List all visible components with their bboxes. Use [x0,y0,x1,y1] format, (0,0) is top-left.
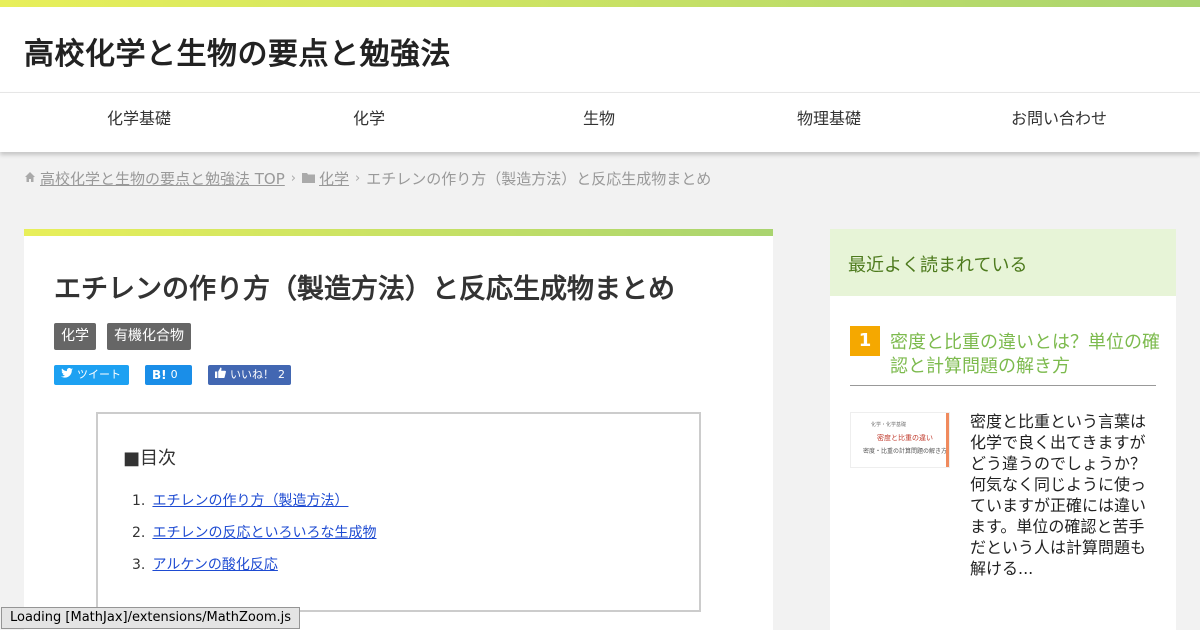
rank-article-thumbnail[interactable]: 化学・化学基礎 密度と比重の違い 密度・比重の計算問題の解き方 [850,412,950,468]
chevron-right-icon: › [290,170,296,186]
sidebar-heading-box: 最近よく読まれている [830,229,1176,296]
thumbnail-caption-sub: 密度・比重の計算問題の解き方 [863,448,948,455]
like-label: いいね！ [230,368,274,381]
nav-item-chemistry-basics[interactable]: 化学基礎 [24,93,254,152]
chevron-right-icon: › [355,170,361,186]
thumbnail-caption-top: 化学・化学基礎 [871,422,907,428]
folder-icon [302,169,315,187]
toc-item: 2. エチレンの反応といろいろな生成物 [132,524,376,556]
nav-item-physics-basics[interactable]: 物理基礎 [714,93,944,152]
toc-list: 1. エチレンの作り方（製造方法） 2. エチレンの反応といろいろな生成物 3.… [132,492,376,588]
toc-item: 1. エチレンの作り方（製造方法） [132,492,376,524]
tweet-label: ツイート [77,368,121,381]
global-nav: 化学基礎 化学 生物 物理基礎 お問い合わせ [0,92,1200,152]
hatena-count: 0 [170,368,178,381]
thumbnail-stripe [946,413,949,467]
thumbs-up-icon [215,365,226,385]
sidebar-heading: 最近よく読まれている [848,255,1028,276]
article-card: エチレンの作り方（製造方法）と反応生成物まとめ 化学 有機化合物 ツイート B!… [24,229,773,630]
thumbnail-caption-title: 密度と比重の違い [877,434,933,442]
facebook-like-button[interactable]: いいね！ 2 [208,365,291,385]
table-of-contents: ■目次 1. エチレンの作り方（製造方法） 2. エチレンの反応といろいろな生成… [96,412,701,612]
nav-item-contact[interactable]: お問い合わせ [944,93,1174,152]
hatena-bookmark-button[interactable]: B! 0 [145,365,192,385]
toc-link-alkene-oxidation[interactable]: アルケンの酸化反応 [152,557,277,573]
hatena-icon: B! [152,368,167,382]
rank-badge: 1 [850,326,880,356]
tweet-button[interactable]: ツイート [54,365,129,385]
divider [850,385,1156,386]
toc-title: ■目次 [123,448,177,469]
toc-item: 3. アルケンの酸化反応 [132,556,376,588]
nav-item-biology[interactable]: 生物 [484,93,714,152]
article-tags: 化学 有機化合物 [54,323,191,350]
home-icon [24,169,36,187]
toc-item-number: 3. [132,557,146,573]
tag-organic-compounds[interactable]: 有機化合物 [107,323,191,350]
toc-link-ethylene-reactions[interactable]: エチレンの反応といろいろな生成物 [152,525,376,541]
breadcrumb-category-link[interactable]: 化学 [319,168,349,189]
twitter-icon [61,365,73,385]
sidebar-popular: 最近よく読まれている 1 密度と比重の違いとは？単位の確認と計算問題の解き方 化… [830,229,1176,630]
site-title[interactable]: 高校化学と生物の要点と勉強法 [24,29,451,73]
rank-article-title-link[interactable]: 密度と比重の違いとは？単位の確認と計算問題の解き方 [890,331,1160,379]
top-accent-bar [0,0,1200,7]
tag-chemistry[interactable]: 化学 [54,323,96,350]
article-title: エチレンの作り方（製造方法）と反応生成物まとめ [54,274,675,305]
article-accent-bar [24,229,773,236]
breadcrumb-current: エチレンの作り方（製造方法）と反応生成物まとめ [366,169,712,188]
rank-article-excerpt: 密度と比重という言葉は化学で良く出てきますがどう違うのでしょうか？何気なく同じよ… [970,412,1147,578]
toc-item-number: 1. [132,493,146,509]
mathjax-loading-status: Loading [MathJax]/extensions/MathZoom.js [1,607,300,629]
breadcrumb-home-link[interactable]: 高校化学と生物の要点と勉強法 TOP [40,168,285,189]
toc-item-number: 2. [132,525,146,541]
nav-item-chemistry[interactable]: 化学 [254,93,484,152]
site-header: 高校化学と生物の要点と勉強法 [0,7,1200,92]
share-buttons: ツイート B! 0 いいね！ 2 [54,365,291,385]
toc-link-ethylene-production[interactable]: エチレンの作り方（製造方法） [152,493,348,509]
breadcrumb: 高校化学と生物の要点と勉強法 TOP › 化学 › エチレンの作り方（製造方法）… [24,166,711,190]
like-count: 2 [278,368,285,381]
